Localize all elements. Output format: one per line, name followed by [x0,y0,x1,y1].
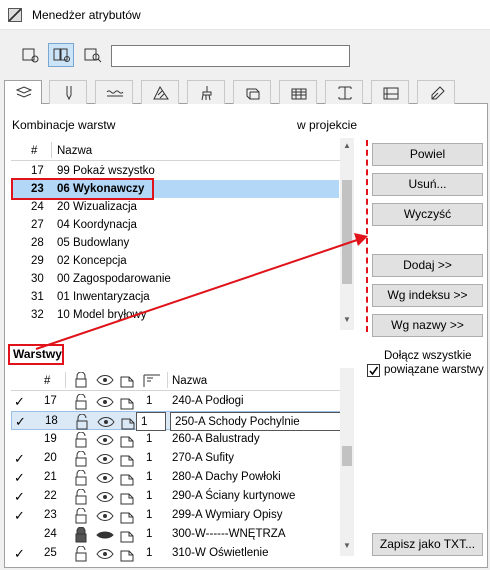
wireframe-icon[interactable] [119,546,135,562]
intersection-group: 1 [146,547,153,559]
lock-icon[interactable] [73,527,89,543]
layer-col-name-header[interactable]: Nazwa [172,375,207,387]
layers-scrollbar[interactable]: ▼ [340,368,354,556]
layer-row[interactable]: ✓ 21 1 280-A Dachy Powłoki [11,468,341,487]
checkmark-icon[interactable]: ✓ [14,506,25,525]
layer-name: 240-A Podłogi [172,395,244,407]
visibility-header-icon[interactable] [96,373,114,387]
intersection-group: 1 [146,395,153,407]
layer-name: 310-W Oświetlenie [172,547,269,559]
layers-label: Warstwy [13,347,62,361]
layer-number: 21 [44,471,57,483]
lock-icon[interactable] [73,546,89,562]
layer-name: 260-A Balustrady [172,433,260,445]
layer-number: 22 [44,490,57,502]
eye-icon[interactable] [96,471,114,485]
intersection-group: 1 [146,528,153,540]
intersection-input[interactable]: 1 [136,412,166,431]
lock-icon[interactable] [73,508,89,524]
layer-number: 23 [44,509,57,521]
layer-name: 280-A Dachy Powłoki [172,471,281,483]
checkmark-icon [369,366,379,376]
wireframe-header-icon[interactable] [119,372,135,388]
layer-row[interactable]: ✓ 17 1 240-A Podłogi [11,392,341,411]
lock-icon[interactable] [73,394,89,410]
layer-number: 24 [44,528,57,540]
layer-row[interactable]: ✓ 22 1 290-A Ściany kurtynowe [11,487,341,506]
include-all-checkbox[interactable] [367,364,380,377]
checkmark-icon[interactable]: ✓ [14,392,25,411]
intersection-group: 1 [146,509,153,521]
layer-number: 17 [44,395,57,407]
layer-name-input[interactable]: 250-A Schody Pochylnie [170,412,341,431]
include-all-label[interactable]: Dołącz wszystkie powiązane warstwy [384,349,484,377]
wireframe-icon[interactable] [119,508,135,524]
intersection-group: 1 [146,452,153,464]
wireframe-icon[interactable] [119,470,135,486]
eye-icon[interactable] [96,547,114,561]
eye-icon[interactable] [96,490,114,504]
wireframe-icon[interactable] [119,394,135,410]
layer-row[interactable]: 19 1 260-A Balustrady [11,430,341,449]
layers-scroll-down-icon[interactable]: ▼ [340,540,354,552]
lock-icon[interactable] [73,470,89,486]
intersection-header-icon[interactable] [143,372,161,388]
layer-name: 290-A Ściany kurtynowe [172,490,296,502]
checkmark-icon[interactable]: ✓ [14,487,25,506]
lock-icon[interactable] [73,451,89,467]
eye-icon[interactable] [96,528,114,542]
intersection-group: 1 [146,471,153,483]
eye-icon[interactable] [96,395,114,409]
wireframe-icon[interactable] [119,451,135,467]
wireframe-icon[interactable] [120,414,136,430]
layer-col-number-header[interactable]: # [44,375,50,387]
layer-name: 300-W------WNĘTRZA [172,528,286,540]
lock-header-icon[interactable] [73,372,89,388]
layers-scroll-thumb[interactable] [342,446,352,466]
lock-icon[interactable] [73,432,89,448]
eye-icon[interactable] [97,415,115,429]
eye-icon[interactable] [96,452,114,466]
layer-number: 19 [44,433,57,445]
layer-row[interactable]: ✓ 23 1 299-A Wymiary Opisy [11,506,341,525]
eye-icon[interactable] [96,509,114,523]
checkmark-icon[interactable]: ✓ [14,468,25,487]
eye-icon[interactable] [96,433,114,447]
intersection-group: 1 [146,490,153,502]
layer-row[interactable]: 24 1 300-W------WNĘTRZA [11,525,341,544]
layer-row[interactable]: ✓ 18 1 250-A Schody Pochylnie [11,411,341,431]
lock-icon[interactable] [73,489,89,505]
layer-number: 20 [44,452,57,464]
layers-list[interactable]: # Nazwa ✓ 17 1 240-A Podłogi ✓ 18 1 250-A Schod… [11,368,354,562]
layer-row[interactable]: ✓ 20 1 270-A Sufity [11,449,341,468]
checkmark-icon[interactable]: ✓ [15,412,26,431]
layer-number: 25 [44,547,57,559]
intersection-group: 1 [146,433,153,445]
layer-name: 270-A Sufity [172,452,235,464]
wireframe-icon[interactable] [119,489,135,505]
layer-name: 299-A Wymiary Opisy [172,509,283,521]
layer-number: 18 [45,415,58,427]
wireframe-icon[interactable] [119,432,135,448]
checkmark-icon[interactable]: ✓ [14,449,25,468]
wireframe-icon[interactable] [119,527,135,543]
layer-row[interactable]: ✓ 25 1 310-W Oświetlenie [11,544,341,563]
lock-icon[interactable] [74,414,90,430]
save-txt-button[interactable]: Zapisz jako TXT... [372,533,483,556]
checkmark-icon[interactable]: ✓ [14,544,25,563]
